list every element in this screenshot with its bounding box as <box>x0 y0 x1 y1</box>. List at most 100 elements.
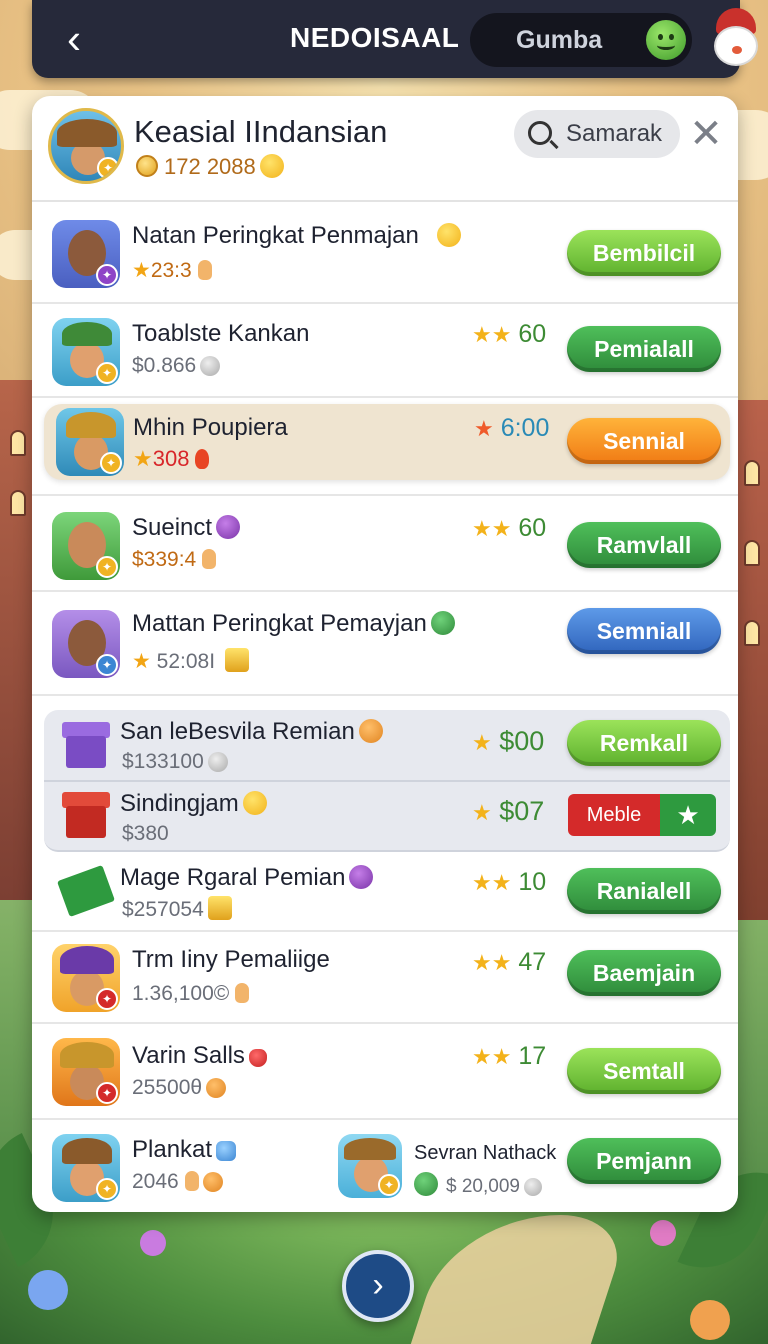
meble-button[interactable]: Meble <box>568 794 660 836</box>
player-avatar: ✦ <box>52 512 120 580</box>
list-item[interactable]: ✦ Varin Salls 25500θ ★★ 17 Semtall <box>32 1024 738 1120</box>
cookie-icon <box>202 1172 223 1192</box>
row-action-button[interactable]: Ranialell <box>567 868 721 914</box>
player-avatar: ✦ <box>52 318 120 386</box>
back-button[interactable]: ‹ <box>52 14 96 64</box>
row-action-button[interactable]: Semniall <box>567 608 721 654</box>
clover-emoji-icon <box>430 611 455 635</box>
row-action-button[interactable]: Remkall <box>567 720 721 766</box>
player-name: Plankat <box>132 1136 237 1164</box>
list-item[interactable]: ✦ Mattan Peringkat Pemayjan ★ 52:08I Sem… <box>32 592 738 696</box>
row-action-button[interactable]: Semtall <box>567 1048 721 1094</box>
list-item[interactable]: ✦ Trm Iiny Pemaliige 1.36,100© ★★ 47 Bae… <box>32 932 738 1024</box>
star-icon: ★ <box>472 730 492 755</box>
reward-score: ★ $00 <box>472 726 545 756</box>
list-item-reward[interactable]: San leBesvila Remian $133100 ★ $00 Remka… <box>44 710 730 782</box>
close-icon[interactable]: ✕ <box>688 114 724 154</box>
friend-card[interactable]: ✦ Sevran Nathack $ 20,009 <box>338 1120 556 1212</box>
star-icon: ★ <box>472 800 492 825</box>
list-item[interactable]: ✦ Natan Peringkat Penmajan ★23:3 Bembilc… <box>32 202 738 304</box>
list-item[interactable]: ✦ Toablste Kankan $0.866 ★★ 60 Pemialall <box>32 304 738 398</box>
medal-icon <box>523 1178 542 1196</box>
player-name: Trm Iiny Pemaliige <box>132 946 330 973</box>
rank-badge-icon: ✦ <box>96 988 118 1010</box>
player-score: ★ 6:00 <box>474 414 550 442</box>
friend-name: Sevran Nathack <box>414 1142 557 1164</box>
rank-badge-icon: ✦ <box>96 1082 118 1104</box>
player-avatar[interactable]: ✦ <box>48 108 124 184</box>
player-score: ★★ 60 <box>472 514 547 542</box>
list-item[interactable]: ✦ Plankat 2046 ✦ Sevran Nathack $ 20,009… <box>32 1120 738 1212</box>
friend-coins: $ 20,009 <box>414 1172 542 1198</box>
chevron-right-icon: › <box>372 1266 384 1304</box>
star-icon: ★★ <box>472 950 512 975</box>
player-name: Toablste Kankan <box>132 320 310 347</box>
reward-value: $380 <box>122 822 169 845</box>
chevron-left-icon: ‹ <box>67 15 81 62</box>
list-item[interactable]: Mage Rgaral Pemian $257054 ★★ 10 Raniale… <box>32 852 738 932</box>
next-page-button[interactable]: › <box>342 1250 414 1322</box>
star-icon: ★ <box>132 259 151 282</box>
medal-icon <box>207 752 228 772</box>
player-avatar: ✦ <box>52 1134 120 1202</box>
medal-icon <box>200 356 221 376</box>
player-stat: ★ 52:08I <box>132 648 250 674</box>
row-action-button[interactable]: Pemialall <box>567 326 721 372</box>
trophy-icon <box>225 648 250 672</box>
user-profile-pill[interactable]: Gumba <box>470 13 692 67</box>
reward-name: San leBesvila Remian <box>120 718 383 746</box>
purple-emoji-icon <box>216 515 241 539</box>
player-stat: $0.866 <box>132 354 221 378</box>
smile-emoji-icon <box>436 223 461 247</box>
player-avatar: ✦ <box>52 610 120 678</box>
player-name: Mage Rgaral Pemian <box>120 864 374 892</box>
player-stat: $257054 <box>122 896 232 922</box>
star-button[interactable]: ★ <box>660 794 716 836</box>
search-icon <box>528 121 552 145</box>
row-action-button[interactable]: Bembilcil <box>567 230 721 276</box>
top-bar: ‹ NEDOISAAL Gumba <box>32 0 758 78</box>
player-score: ★★ 47 <box>472 948 547 976</box>
flame-icon <box>195 449 210 469</box>
star-icon: ★★ <box>472 516 512 541</box>
player-name: Natan Peringkat Penmajan <box>132 222 461 250</box>
player-stat: $339:4 <box>132 548 217 572</box>
player-stat: 1.36,100© <box>132 982 250 1006</box>
row-action-button[interactable]: Baemjain <box>567 950 721 996</box>
row-action-button[interactable]: Ramvlall <box>567 522 721 568</box>
leaderboard-panel: ✦ Keasial IIndansian 172 2088 Samarak ✕ … <box>32 96 738 1212</box>
player-avatar: ✦ <box>52 220 120 288</box>
list-item-highlighted[interactable]: ✦ Mhin Poupiera ★308 ★ 6:00 Sennial <box>44 404 730 480</box>
smile-emoji-icon <box>414 1172 438 1196</box>
purple-emoji-icon <box>349 865 374 889</box>
list-item[interactable]: ✦ Sueinct $339:4 ★★ 60 Ramvlall <box>32 494 738 592</box>
search-input[interactable]: Samarak <box>514 110 680 158</box>
player-name: Varin Salls <box>132 1042 267 1070</box>
hand-icon <box>197 260 212 280</box>
star-icon: ★ <box>133 446 153 471</box>
star-icon: ★★ <box>472 322 512 347</box>
player-avatar: ✦ <box>52 1038 120 1106</box>
smile-emoji-icon <box>259 154 284 178</box>
rank-badge-icon: ✦ <box>378 1174 400 1196</box>
coin-icon <box>136 155 158 177</box>
gift-box-icon <box>62 792 110 838</box>
list-item-reward[interactable]: Sindingjam $380 ★ $07 Meble ★ <box>44 782 730 852</box>
level-badge-icon: ✦ <box>97 157 119 179</box>
split-action-button[interactable]: Meble ★ <box>568 794 716 836</box>
user-name: Gumba <box>516 26 603 54</box>
row-action-button[interactable]: Pemjann <box>567 1138 721 1184</box>
cookie-icon <box>206 1078 227 1098</box>
trophy-icon <box>207 896 232 920</box>
trophy-red-icon <box>248 1049 267 1067</box>
smile-emoji-icon <box>242 791 267 815</box>
star-icon: ★ <box>132 650 151 673</box>
player-score: ★★ 60 <box>472 320 547 348</box>
player-coins: 172 2088 <box>136 154 284 180</box>
smiley-icon <box>646 20 686 60</box>
mascot-avatar[interactable] <box>708 8 764 70</box>
row-action-button[interactable]: Sennial <box>567 418 721 464</box>
reward-score: ★ $07 <box>472 796 545 826</box>
hand-icon <box>184 1171 199 1191</box>
player-name: Mhin Poupiera <box>133 414 288 441</box>
